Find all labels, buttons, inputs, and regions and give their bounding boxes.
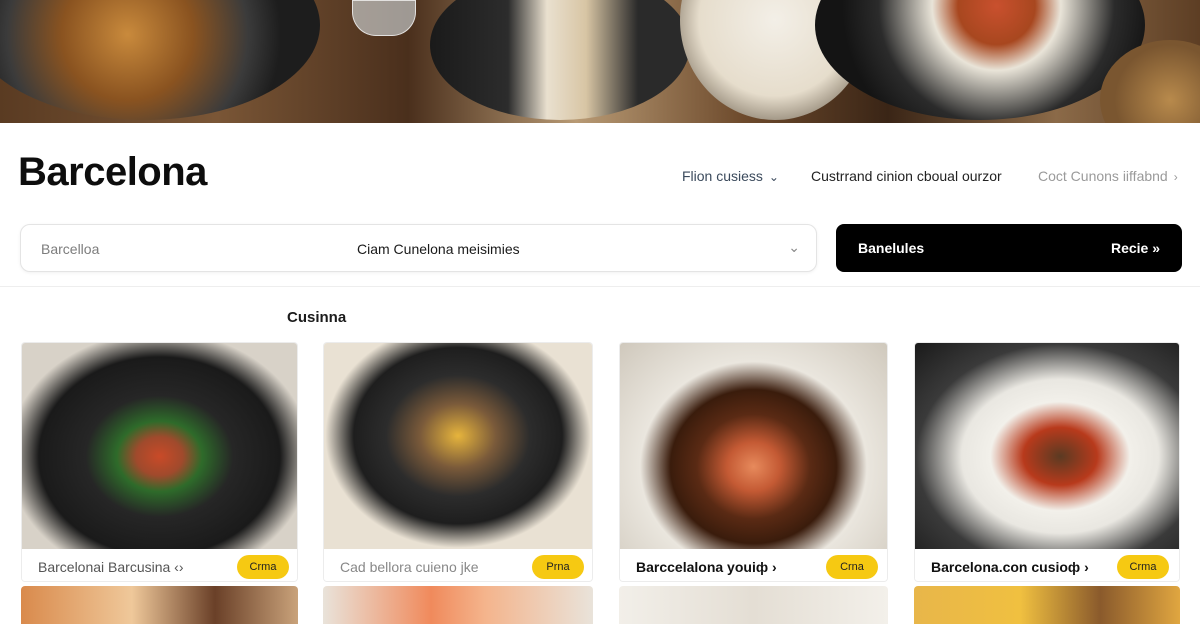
card-title[interactable]: Cad bellora cuieno jke (340, 559, 479, 575)
card-badge-button[interactable]: Crna (826, 555, 878, 579)
card-title[interactable]: Barcelonai Barcusina ‹› (38, 559, 184, 575)
dish-image (324, 343, 592, 549)
dish-image (620, 343, 887, 549)
location-field[interactable]: Barcelloa (41, 241, 99, 257)
chevron-down-icon: ⌄ (768, 170, 779, 184)
chevron-down-icon[interactable]: ⌄ (788, 239, 800, 256)
divider (0, 286, 1200, 287)
nav-item-label: Custrrand cinion cboual ourzor (811, 168, 1002, 184)
nav-item-label: Coct Cunons iiffabnd (1038, 168, 1168, 184)
restaurant-card-preview[interactable] (619, 586, 888, 624)
nav-item-more[interactable]: Coct Cunons iiffabnd › (1038, 168, 1178, 184)
hero-dish-image (815, 0, 1145, 120)
search-button-label: Banelules (858, 240, 925, 256)
page-title: Barcelona (18, 150, 207, 194)
restaurant-card-preview[interactable] (323, 586, 593, 624)
restaurant-card[interactable]: Barcelonai Barcusina ‹› Crma (21, 342, 298, 582)
card-badge-button[interactable]: Crma (1117, 555, 1169, 579)
section-title: Cusinna (287, 309, 347, 326)
hero-dish-image (430, 0, 690, 120)
nav-item-filter-cuisines[interactable]: Flion cusiess ⌄ (682, 168, 779, 184)
card-title[interactable]: Barcelona.con cusioф › (931, 559, 1089, 575)
dish-image (22, 343, 297, 549)
card-footer: Barcelona.con cusioф › Crma (915, 549, 1179, 581)
restaurant-card[interactable]: Barccelalona youiф › Crna (619, 342, 888, 582)
card-footer: Cad bellora cuieno jke Prna (324, 549, 592, 581)
dish-image (915, 343, 1179, 549)
card-badge-button[interactable]: Crma (237, 555, 289, 579)
card-footer: Barcelonai Barcusina ‹› Crma (22, 549, 297, 581)
card-footer: Barccelalona youiф › Crna (620, 549, 887, 581)
nav-item-label: Flion cusiess (682, 168, 763, 184)
nav-item-custom[interactable]: Custrrand cinion cboual ourzor (811, 168, 1002, 184)
search-button[interactable]: Banelules Recie » (836, 224, 1182, 272)
hero-banner-image (0, 0, 1200, 123)
restaurant-card-preview[interactable] (914, 586, 1180, 624)
card-title[interactable]: Barccelalona youiф › (636, 559, 777, 575)
restaurant-card-preview[interactable] (21, 586, 298, 624)
card-badge-button[interactable]: Prna (532, 555, 584, 579)
search-button-action: Recie » (1110, 240, 1160, 256)
restaurant-card[interactable]: Barcelona.con cusioф › Crma (914, 342, 1180, 582)
hero-glass-image (352, 0, 416, 36)
hero-dish-image (0, 0, 320, 120)
search-bar[interactable]: Barcelloa Ciam Cunelona meisimies ⌄ (20, 224, 817, 272)
chevron-right-icon: › (1173, 170, 1178, 184)
restaurant-card[interactable]: Cad bellora cuieno jke Prna (323, 342, 593, 582)
cuisine-select[interactable]: Ciam Cunelona meisimies (357, 241, 520, 257)
